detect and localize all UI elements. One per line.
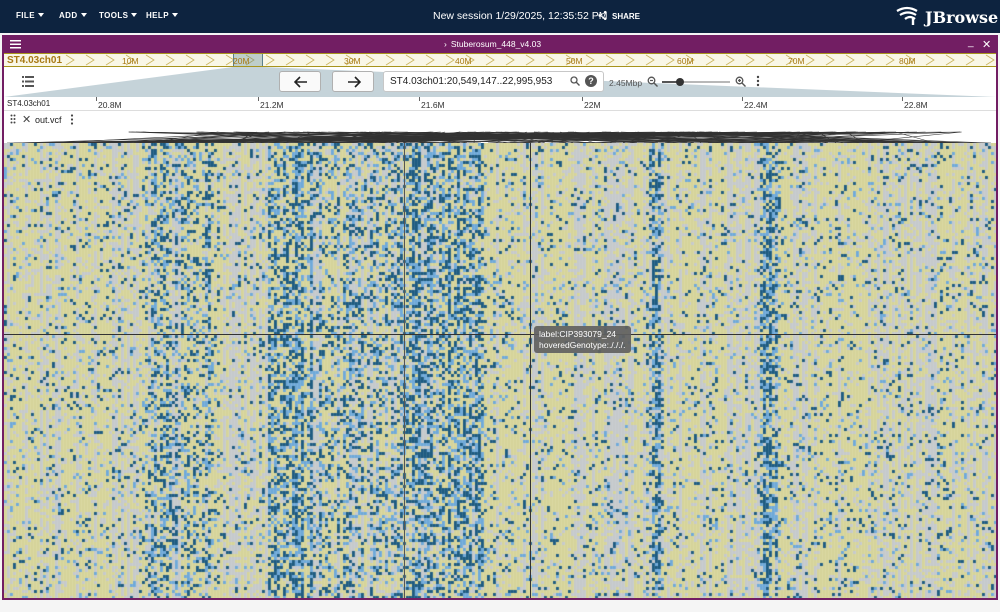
minimize-icon[interactable]: _ bbox=[968, 37, 974, 48]
menu-add-label: ADD bbox=[59, 11, 78, 20]
session-title[interactable]: New session 1/29/2025, 12:35:52 PM bbox=[433, 10, 608, 22]
track-label: ✕ out.vcf bbox=[4, 111, 996, 127]
ruler-tick-label: 21.6M bbox=[421, 100, 445, 110]
assembly-name: Stuberosum_448_v4.03 bbox=[450, 39, 542, 49]
overview-tick: 50M bbox=[566, 56, 583, 66]
overview-tick: 10M bbox=[122, 56, 139, 66]
ruler-tick-label: 22M bbox=[584, 100, 601, 110]
overview-tick: 60M bbox=[677, 56, 694, 66]
view-assembly-title[interactable]: › Stuberosum_448_v4.03 bbox=[444, 39, 541, 49]
ruler-tick bbox=[582, 97, 583, 101]
menu-file[interactable]: FILE bbox=[16, 11, 44, 20]
genotype-tooltip: label:CIP393079_24 hoveredGenotype:././.… bbox=[534, 326, 631, 353]
ruler[interactable]: ST4.03ch01 20.8M 21.2M 21.6M 22M 22.4M 2… bbox=[4, 97, 996, 111]
ruler-tick-label: 22.8M bbox=[904, 100, 928, 110]
caret-down-icon bbox=[171, 13, 178, 17]
overview-scalebar[interactable]: ST4.03ch01 10M 20M 30M 40M 50M 60M 70M 8… bbox=[4, 53, 996, 67]
arrow-right-icon bbox=[348, 76, 361, 88]
overview-tick: 40M bbox=[455, 56, 472, 66]
crosshair-horizontal bbox=[4, 334, 996, 335]
view-header: › Stuberosum_448_v4.03 _ ✕ bbox=[4, 37, 996, 53]
ruler-tick-label: 20.8M bbox=[98, 100, 122, 110]
more-vert-icon[interactable] bbox=[756, 75, 760, 87]
scroll-left-button[interactable] bbox=[279, 71, 321, 92]
zoom-in-icon[interactable] bbox=[735, 76, 746, 87]
overview-chrom-label: ST4.03ch01 bbox=[7, 55, 63, 66]
genotype-matrix[interactable] bbox=[4, 143, 996, 598]
variant-connector-lines bbox=[6, 131, 992, 144]
ruler-chrom-label: ST4.03ch01 bbox=[7, 99, 51, 108]
share-button[interactable]: SHARE bbox=[597, 10, 640, 21]
overview-tick: 80M bbox=[899, 56, 916, 66]
menu-help[interactable]: HELP bbox=[146, 11, 178, 20]
ruler-tick bbox=[902, 97, 903, 101]
app-bar: FILE ADD TOOLS HELP New session 1/29/202… bbox=[0, 0, 1000, 33]
ruler-tick-label: 22.4M bbox=[744, 100, 768, 110]
menu-tools[interactable]: TOOLS bbox=[99, 11, 138, 20]
scroll-right-button[interactable] bbox=[332, 71, 374, 92]
close-track-icon[interactable]: ✕ bbox=[22, 113, 31, 126]
overview-tick: 30M bbox=[344, 56, 361, 66]
track-name: out.vcf bbox=[35, 115, 62, 125]
track-selector-icon[interactable] bbox=[22, 76, 34, 87]
ruler-tick bbox=[419, 97, 420, 101]
caret-down-icon bbox=[80, 13, 87, 17]
overview-chevrons bbox=[65, 54, 995, 66]
ruler-tick bbox=[258, 97, 259, 101]
chevron-right-icon: › bbox=[444, 39, 447, 49]
caret-down-icon bbox=[37, 13, 44, 17]
zoom-level-label: 2.45Mbp bbox=[609, 78, 643, 88]
column-marker bbox=[404, 143, 405, 598]
view-menu-icon[interactable] bbox=[10, 39, 21, 49]
close-view-icon[interactable]: ✕ bbox=[982, 38, 991, 51]
ruler-tick-label: 21.2M bbox=[260, 100, 284, 110]
page-bottom bbox=[0, 600, 1000, 612]
linear-genome-view: › Stuberosum_448_v4.03 _ ✕ ST4.03ch01 10M… bbox=[2, 35, 998, 600]
jbrowse-logo-icon bbox=[896, 6, 918, 25]
menu-add[interactable]: ADD bbox=[59, 11, 87, 20]
tooltip-label: label:CIP393079_24 bbox=[539, 329, 617, 339]
overview-tick: 20M bbox=[233, 56, 250, 66]
ruler-tick bbox=[742, 97, 743, 101]
view-controls: ? 2.45Mbp bbox=[4, 67, 996, 97]
menu-tools-label: TOOLS bbox=[99, 11, 129, 20]
menu-file-label: FILE bbox=[16, 11, 35, 20]
drag-handle-icon[interactable] bbox=[10, 114, 16, 124]
arrow-left-icon bbox=[294, 76, 307, 88]
zoom-slider-thumb[interactable] bbox=[676, 78, 684, 86]
logo-text: JBrowse bbox=[925, 8, 999, 27]
crosshair-vertical bbox=[530, 143, 531, 598]
menu-help-label: HELP bbox=[146, 11, 169, 20]
track-menu-icon[interactable] bbox=[70, 114, 74, 125]
jbrowse-app: FILE ADD TOOLS HELP New session 1/29/202… bbox=[0, 0, 1000, 612]
overview-tick: 70M bbox=[788, 56, 805, 66]
share-label: SHARE bbox=[612, 12, 641, 21]
search-icon[interactable] bbox=[570, 76, 580, 86]
ruler-tick bbox=[96, 97, 97, 101]
zoom-out-icon[interactable] bbox=[647, 76, 658, 87]
tooltip-genotype: hoveredGenotype:./././. bbox=[539, 340, 626, 350]
share-icon bbox=[598, 10, 607, 21]
help-icon[interactable]: ? bbox=[585, 75, 597, 87]
caret-down-icon bbox=[131, 13, 138, 17]
